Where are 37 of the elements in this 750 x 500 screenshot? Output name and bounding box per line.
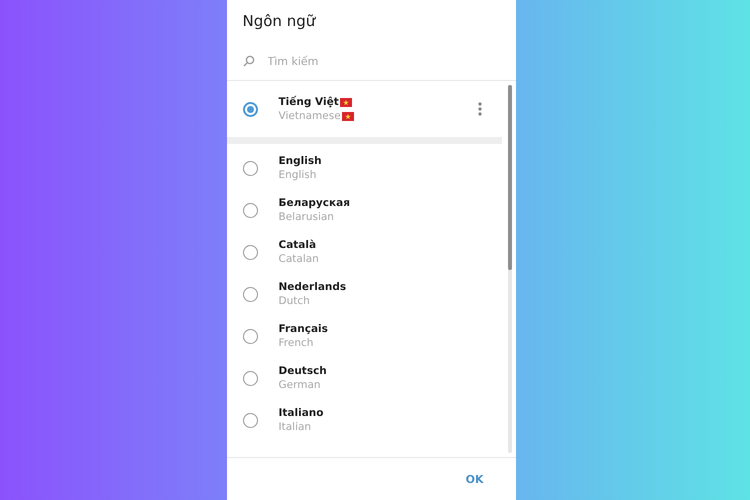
radio-button[interactable] — [242, 412, 258, 428]
scrollbar-thumb[interactable] — [508, 85, 512, 270]
language-name: Italiano — [278, 407, 324, 419]
language-option[interactable]: Français French — [226, 315, 502, 357]
language-name: English — [278, 155, 322, 167]
radio-button[interactable] — [242, 370, 258, 386]
radio-button[interactable] — [242, 286, 258, 302]
language-option[interactable]: Català Catalan — [226, 231, 502, 273]
language-name: Tiếng Việt — [278, 96, 339, 108]
scrollbar[interactable] — [508, 85, 512, 453]
language-option[interactable]: English English — [226, 147, 502, 189]
radio-button[interactable] — [242, 102, 258, 116]
language-subtitle: German — [278, 379, 321, 391]
language-name: Nederlands — [278, 281, 346, 293]
radio-button[interactable] — [242, 202, 258, 218]
language-subtitle: Dutch — [278, 295, 310, 307]
language-subtitle: Catalan — [278, 253, 319, 265]
language-name: Беларуская — [278, 197, 350, 209]
language-subtitle: Vietnamese — [278, 110, 341, 122]
language-option[interactable]: Nederlands Dutch — [226, 273, 502, 315]
language-option[interactable]: Беларуская Belarusian — [226, 189, 502, 231]
language-subtitle: English — [278, 169, 316, 181]
radio-button[interactable] — [242, 244, 258, 260]
more-icon[interactable] — [478, 102, 482, 116]
language-subtitle: French — [278, 337, 314, 349]
language-name: Français — [278, 323, 328, 335]
language-subtitle: Belarusian — [278, 211, 334, 223]
language-option[interactable]: Deutsch German — [226, 357, 502, 399]
radio-button[interactable] — [242, 328, 258, 344]
language-option[interactable]: Italiano Italian — [226, 399, 502, 441]
language-name: Deutsch — [278, 365, 327, 377]
language-name: Català — [278, 239, 316, 251]
dialog-title: Ngôn ngữ — [242, 11, 317, 32]
search-icon — [242, 55, 254, 67]
radio-button[interactable] — [242, 160, 258, 176]
language-subtitle: Italian — [278, 421, 312, 433]
language-option[interactable]: Tiếng Việt Vietnamese — [226, 81, 502, 137]
